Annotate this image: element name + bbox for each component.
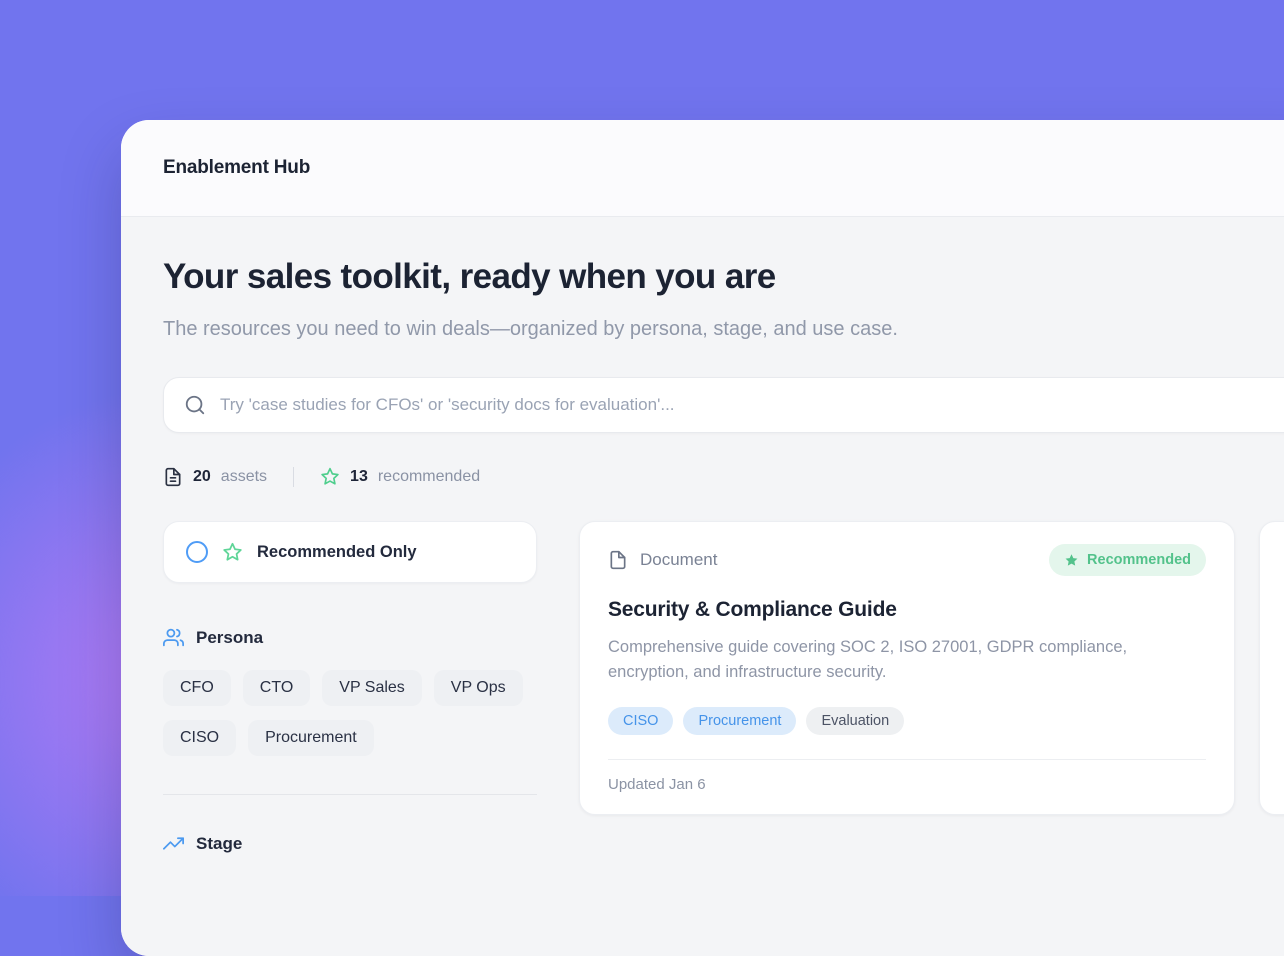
assets-stat: 20 assets: [163, 467, 267, 487]
recommended-label: recommended: [378, 468, 480, 486]
search-bar[interactable]: [163, 377, 1284, 433]
asset-updated: Updated Jan 6: [608, 776, 706, 793]
asset-tags: CISO Procurement Evaluation: [608, 707, 1206, 735]
app-header: Enablement Hub: [121, 120, 1284, 217]
search-icon: [184, 394, 206, 416]
assets-count: 20: [193, 468, 211, 486]
recommended-only-label: Recommended Only: [257, 543, 417, 562]
asset-description: Comprehensive guide covering SOC 2, ISO …: [608, 635, 1206, 685]
stats-divider: [293, 467, 294, 487]
persona-label: Persona: [196, 628, 263, 648]
hero-subtitle: The resources you need to win deals—orga…: [163, 311, 908, 347]
users-icon: [163, 627, 184, 648]
recommended-only-toggle[interactable]: Recommended Only: [163, 521, 537, 583]
persona-chip-ciso[interactable]: CISO: [163, 720, 236, 756]
filters-divider: [163, 794, 537, 795]
asset-type: Document: [608, 550, 717, 570]
asset-card-footer: Updated Jan 6: [608, 759, 1206, 814]
badge-label: Recommended: [1087, 552, 1191, 568]
tag-ciso[interactable]: CISO: [608, 707, 673, 735]
stats-row: 20 assets 13 recommended: [163, 467, 1284, 487]
tag-procurement[interactable]: Procurement: [683, 707, 796, 735]
recommended-badge: Recommended: [1049, 544, 1206, 576]
app-card: Enablement Hub Your sales toolkit, ready…: [121, 120, 1284, 956]
recommended-stat: 13 recommended: [320, 467, 480, 487]
asset-card[interactable]: Document Recommended Security & Complian…: [579, 521, 1235, 815]
persona-section: Persona CFO CTO VP Sales VP Ops CISO Pro…: [163, 627, 537, 756]
persona-chip-procurement[interactable]: Procurement: [248, 720, 374, 756]
asset-title: Security & Compliance Guide: [608, 598, 1206, 622]
cards-column: Document Recommended Security & Complian…: [579, 521, 1284, 815]
tag-evaluation[interactable]: Evaluation: [806, 707, 904, 735]
assets-label: assets: [221, 468, 267, 486]
star-outline-icon: [222, 542, 243, 563]
stage-section: Stage: [163, 833, 537, 854]
asset-card-partial[interactable]: [1259, 521, 1284, 815]
recommended-count: 13: [350, 468, 368, 486]
persona-chip-cto[interactable]: CTO: [243, 670, 310, 706]
badge-star-icon: [1064, 553, 1079, 568]
app-body: Your sales toolkit, ready when you are T…: [121, 217, 1284, 956]
asset-type-label: Document: [640, 550, 717, 570]
persona-chips: CFO CTO VP Sales VP Ops CISO Procurement: [163, 670, 537, 756]
radio-button[interactable]: [186, 541, 208, 563]
persona-chip-vp-sales[interactable]: VP Sales: [322, 670, 422, 706]
document-icon: [608, 550, 628, 570]
persona-chip-cfo[interactable]: CFO: [163, 670, 231, 706]
app-title: Enablement Hub: [163, 157, 310, 179]
filters-panel: Recommended Only Persona CFO CTO VP Sale…: [163, 521, 537, 854]
file-text-icon: [163, 467, 183, 487]
search-input[interactable]: [220, 395, 1281, 415]
hero-title: Your sales toolkit, ready when you are: [163, 257, 1284, 297]
trending-up-icon: [163, 833, 184, 854]
content-row: Recommended Only Persona CFO CTO VP Sale…: [163, 521, 1284, 854]
persona-chip-vp-ops[interactable]: VP Ops: [434, 670, 523, 706]
stage-label: Stage: [196, 834, 242, 854]
star-icon: [320, 467, 340, 487]
